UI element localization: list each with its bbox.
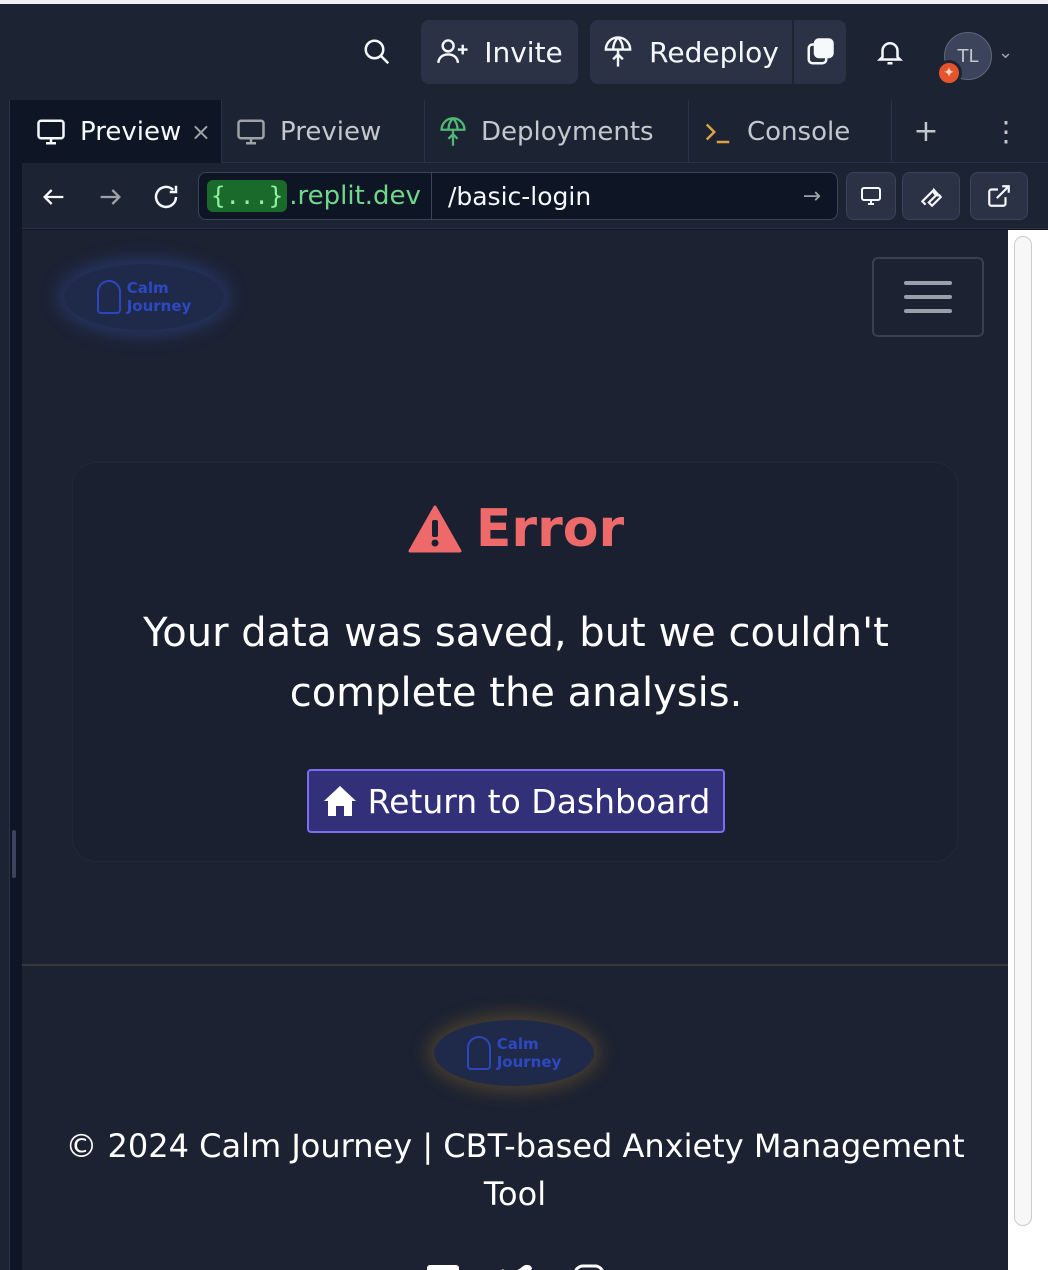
- scrollbar-thumb[interactable]: [1014, 236, 1032, 1226]
- close-icon[interactable]: ×: [191, 118, 211, 146]
- redeploy-button[interactable]: Redeploy: [590, 20, 792, 84]
- back-arrow-icon[interactable]: [34, 177, 74, 217]
- error-message: Your data was saved, but we couldn't com…: [143, 610, 889, 716]
- error-card: Error Your data was saved, but we couldn…: [72, 462, 958, 862]
- pane-tab-bar: Preview × Preview Deployments Console + …: [22, 100, 1048, 163]
- avatar-initials: TL: [957, 45, 979, 67]
- deploy-icon: [440, 116, 466, 146]
- footer-copyright: © 2024 Calm Journey | CBT-based Anxiety …: [65, 1127, 965, 1213]
- redeploy-label: Redeploy: [649, 35, 779, 69]
- invite-label: Invite: [484, 35, 563, 69]
- twitter-icon[interactable]: [500, 1260, 536, 1270]
- calm-journey-logo[interactable]: Calm Journey: [64, 264, 224, 330]
- dev-badge: {...}: [207, 180, 288, 212]
- tab-label: Console: [747, 116, 851, 147]
- search-icon: [364, 39, 390, 65]
- preview-viewport: Calm Journey Error Your data was saved, …: [22, 230, 1008, 1270]
- tab-label: Deployments: [481, 116, 654, 147]
- url-domain: .replit.dev: [289, 172, 432, 220]
- deploy-options-button[interactable]: [794, 20, 846, 84]
- go-arrow-icon[interactable]: →: [803, 184, 821, 209]
- return-to-dashboard-button[interactable]: Return to Dashboard: [307, 769, 725, 833]
- logo-text-line1: Calm: [126, 279, 169, 297]
- logo-text-line2: Journey: [126, 297, 192, 315]
- hamburger-icon-bar: [904, 281, 952, 285]
- sparkle-badge-icon: ✦: [936, 60, 962, 86]
- head-logo-icon: [96, 280, 121, 314]
- add-user-icon: [437, 39, 468, 64]
- head-logo-icon: [466, 1036, 491, 1070]
- external-link-icon: [988, 185, 1010, 207]
- logo-text-line2: Journey: [496, 1053, 562, 1071]
- wrench-icon: [920, 187, 943, 208]
- url-path-input[interactable]: /basic-login: [448, 182, 803, 211]
- menu-toggle-button[interactable]: [872, 257, 984, 337]
- forward-arrow-icon[interactable]: [90, 177, 130, 217]
- monitor-icon: [237, 119, 265, 144]
- left-panel-edge: [0, 100, 16, 1270]
- add-tab-icon[interactable]: +: [892, 100, 960, 163]
- footer-divider: [22, 964, 1008, 966]
- tab-preview-active[interactable]: Preview ×: [22, 100, 222, 163]
- tab-deployments[interactable]: Deployments: [425, 100, 689, 163]
- tab-label: Preview: [80, 116, 182, 147]
- notifications-button[interactable]: [864, 20, 916, 84]
- tab-preview[interactable]: Preview: [222, 100, 425, 163]
- url-field[interactable]: {...} .replit.dev /basic-login →: [198, 172, 838, 220]
- tab-console[interactable]: Console: [689, 100, 892, 163]
- hamburger-icon-bar: [904, 309, 952, 313]
- search-button[interactable]: [352, 20, 402, 84]
- more-options-icon[interactable]: ⋮: [982, 100, 1030, 163]
- chevron-down-icon[interactable]: ⌄: [998, 42, 1013, 63]
- logo-text-line1: Calm: [496, 1035, 539, 1053]
- hamburger-icon-bar: [904, 295, 952, 299]
- home-icon: [323, 786, 356, 816]
- open-new-tab-button[interactable]: [970, 172, 1028, 220]
- tab-label: Preview: [280, 116, 382, 147]
- devtools-button[interactable]: [902, 172, 960, 220]
- return-button-label: Return to Dashboard: [367, 781, 711, 821]
- footer-logo: Calm Journey: [434, 1020, 594, 1086]
- resize-handle[interactable]: [12, 830, 16, 878]
- monitor-icon: [37, 119, 65, 144]
- error-heading: Error: [73, 499, 959, 559]
- deploy-icon: [604, 36, 632, 67]
- invite-button[interactable]: Invite: [421, 20, 578, 84]
- email-icon[interactable]: [426, 1260, 462, 1270]
- stacked-windows-icon: [807, 38, 834, 65]
- device-preview-button[interactable]: [846, 172, 896, 220]
- preview-address-bar: {...} .replit.dev /basic-login →: [22, 163, 1048, 229]
- terminal-icon: [705, 123, 730, 143]
- instagram-icon[interactable]: [572, 1260, 608, 1270]
- monitor-icon: [861, 187, 881, 205]
- bell-icon: [876, 42, 904, 65]
- error-title: Error: [475, 499, 625, 559]
- warning-triangle-icon: [408, 505, 462, 553]
- workspace-header: Invite Redeploy TL ✦ ⌄: [0, 0, 1048, 100]
- reload-icon[interactable]: [146, 177, 186, 217]
